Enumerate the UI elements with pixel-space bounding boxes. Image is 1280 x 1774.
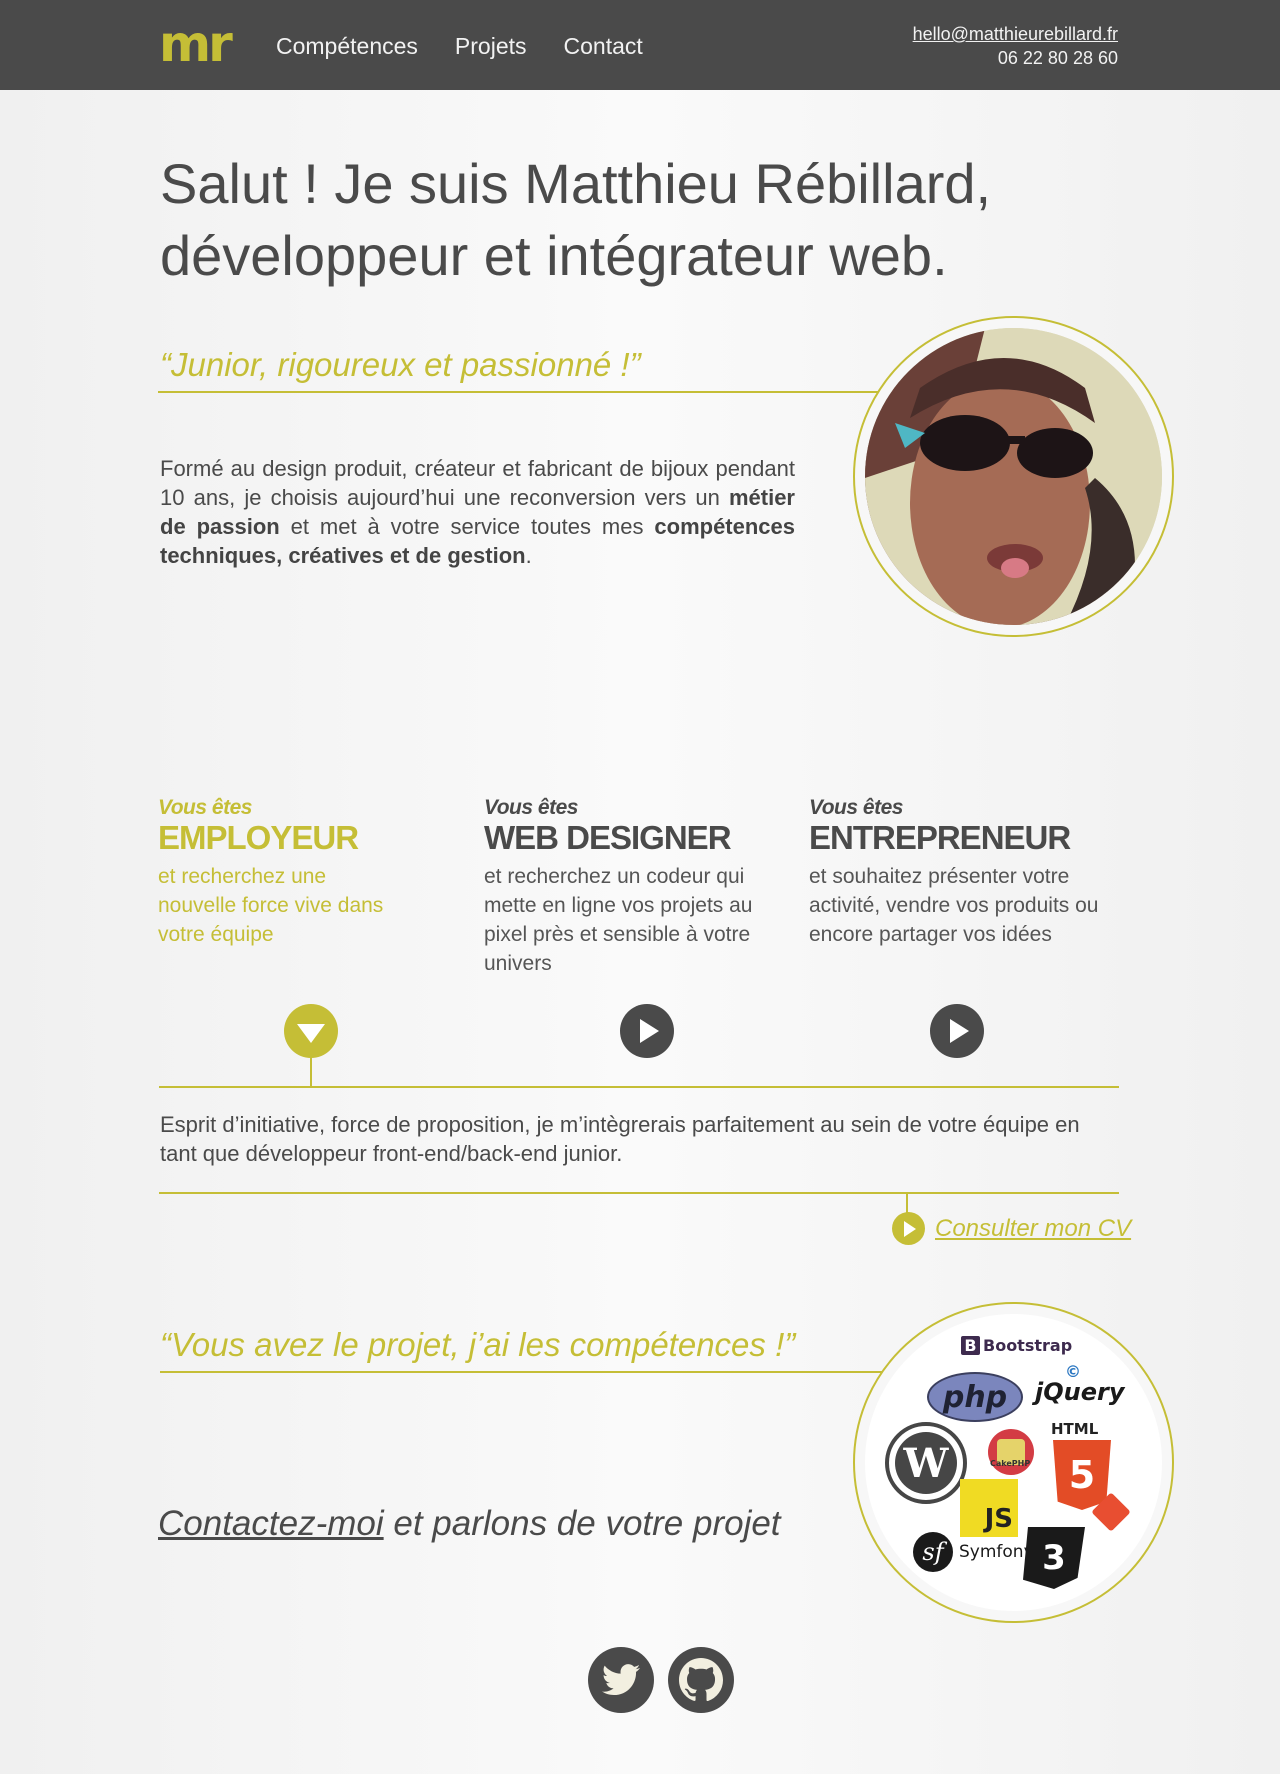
page-headline: Salut ! Je suis Matthieu Rébillard, déve… — [160, 148, 1060, 292]
profile-photo-frame — [853, 316, 1174, 637]
main-nav: Compétences Projets Contact — [276, 33, 643, 60]
quote-divider — [158, 391, 878, 393]
audience-role: WEB DESIGNER — [484, 819, 732, 856]
contact-link[interactable]: Contactez-moi — [158, 1504, 384, 1543]
audience-pre: Vous êtes — [484, 796, 578, 819]
phone-number: 06 22 80 28 60 — [997, 48, 1118, 68]
jquery-swirl-icon: © — [1065, 1362, 1081, 1381]
twitter-icon[interactable] — [588, 1647, 654, 1713]
css3-shield-icon: 3 — [1023, 1527, 1085, 1589]
css3-number: 3 — [1042, 1538, 1066, 1578]
profile-photo — [865, 328, 1162, 625]
audience-webdesigner[interactable]: Vous êtes WEB DESIGNER et recherchez un … — [484, 796, 794, 978]
top-navbar: mr Compétences Projets Contact hello@mat… — [0, 0, 1280, 90]
audience-desc: et recherchez une nouvelle force vive da… — [158, 865, 384, 946]
intro-text-part: . — [525, 543, 532, 568]
github-icon[interactable] — [668, 1647, 734, 1713]
javascript-icon: JS — [960, 1479, 1018, 1537]
audience-pre: Vous êtes — [158, 796, 252, 819]
nav-contact[interactable]: Contact — [564, 33, 643, 60]
js-label: JS — [984, 1504, 1013, 1534]
audience-role: ENTREPRENEUR — [809, 819, 1071, 856]
play-icon[interactable] — [930, 1004, 984, 1058]
audience-role: EMPLOYEUR — [158, 819, 359, 856]
arrow-down-icon[interactable] — [284, 1004, 338, 1058]
intro-text: Formé au design produit, créateur et fab… — [160, 454, 795, 570]
cakephp-label: CakePHP — [990, 1459, 1031, 1468]
logo[interactable]: mr — [159, 14, 233, 74]
intro-text-part: Formé au design produit, créateur et fab… — [160, 456, 795, 510]
header-contact-info: hello@matthieurebillard.fr 06 22 80 28 6… — [913, 22, 1118, 70]
headline-line1: Salut ! Je suis Matthieu Rébillard, — [160, 152, 992, 215]
quote-divider — [160, 1371, 882, 1373]
intro-quote: “Junior, rigoureux et passionné !” — [160, 346, 641, 383]
employer-text: Esprit d’initiative, force de propositio… — [160, 1112, 1080, 1166]
section-divider — [159, 1086, 1119, 1088]
jquery-label: jQuery — [1035, 1378, 1125, 1406]
nav-competences[interactable]: Compétences — [276, 33, 418, 60]
tech-logos-circle: B Bootstrap php © jQuery HTML 5 W CakePH… — [853, 1302, 1174, 1623]
section-divider — [159, 1192, 1119, 1194]
symfony-logo: sf Symfony — [913, 1532, 1034, 1572]
wordpress-icon: W — [885, 1422, 967, 1504]
contact-cta-rest: et parlons de votre projet — [383, 1504, 781, 1543]
bootstrap-icon: B — [961, 1336, 980, 1355]
jquery-logo: © jQuery — [1035, 1362, 1125, 1406]
headline-line2: développeur et intégrateur web. — [160, 224, 948, 287]
intro-text-part: et met à votre service toutes mes — [279, 514, 655, 539]
php-logo: php — [927, 1372, 1023, 1422]
audience-desc: et recherchez un codeur qui mette en lig… — [484, 865, 753, 975]
contact-cta: Contactez-moi et parlons de votre projet — [158, 1504, 781, 1544]
bootstrap-logo: B Bootstrap — [961, 1336, 1072, 1355]
audience-pre: Vous êtes — [809, 796, 903, 819]
bootstrap-label: Bootstrap — [983, 1336, 1073, 1355]
php-label: php — [942, 1379, 1008, 1415]
tech-logos: B Bootstrap php © jQuery HTML 5 W CakePH… — [865, 1314, 1162, 1611]
audience-desc: et souhaitez présenter votre activité, v… — [809, 865, 1099, 946]
play-icon[interactable] — [892, 1212, 925, 1245]
nav-projets[interactable]: Projets — [455, 33, 527, 60]
html-label: HTML — [1051, 1420, 1099, 1438]
symfony-icon: sf — [913, 1532, 953, 1572]
connector-line — [310, 1056, 312, 1086]
play-icon[interactable] — [620, 1004, 674, 1058]
email-link[interactable]: hello@matthieurebillard.fr — [913, 24, 1118, 44]
cv-link-wrapper: Consulter mon CV — [892, 1212, 1131, 1245]
audience-entrepreneur[interactable]: Vous êtes ENTREPRENEUR et souhaitez prés… — [809, 796, 1119, 949]
cv-link[interactable]: Consulter mon CV — [935, 1215, 1131, 1243]
skills-quote: “Vous avez le projet, j’ai les compétenc… — [160, 1326, 796, 1363]
cakephp-icon: CakePHP — [988, 1429, 1034, 1475]
symfony-label: Symfony — [959, 1542, 1034, 1562]
audience-employer[interactable]: Vous êtes EMPLOYEUR et recherchez une no… — [158, 796, 468, 949]
html5-number: 5 — [1068, 1453, 1096, 1497]
